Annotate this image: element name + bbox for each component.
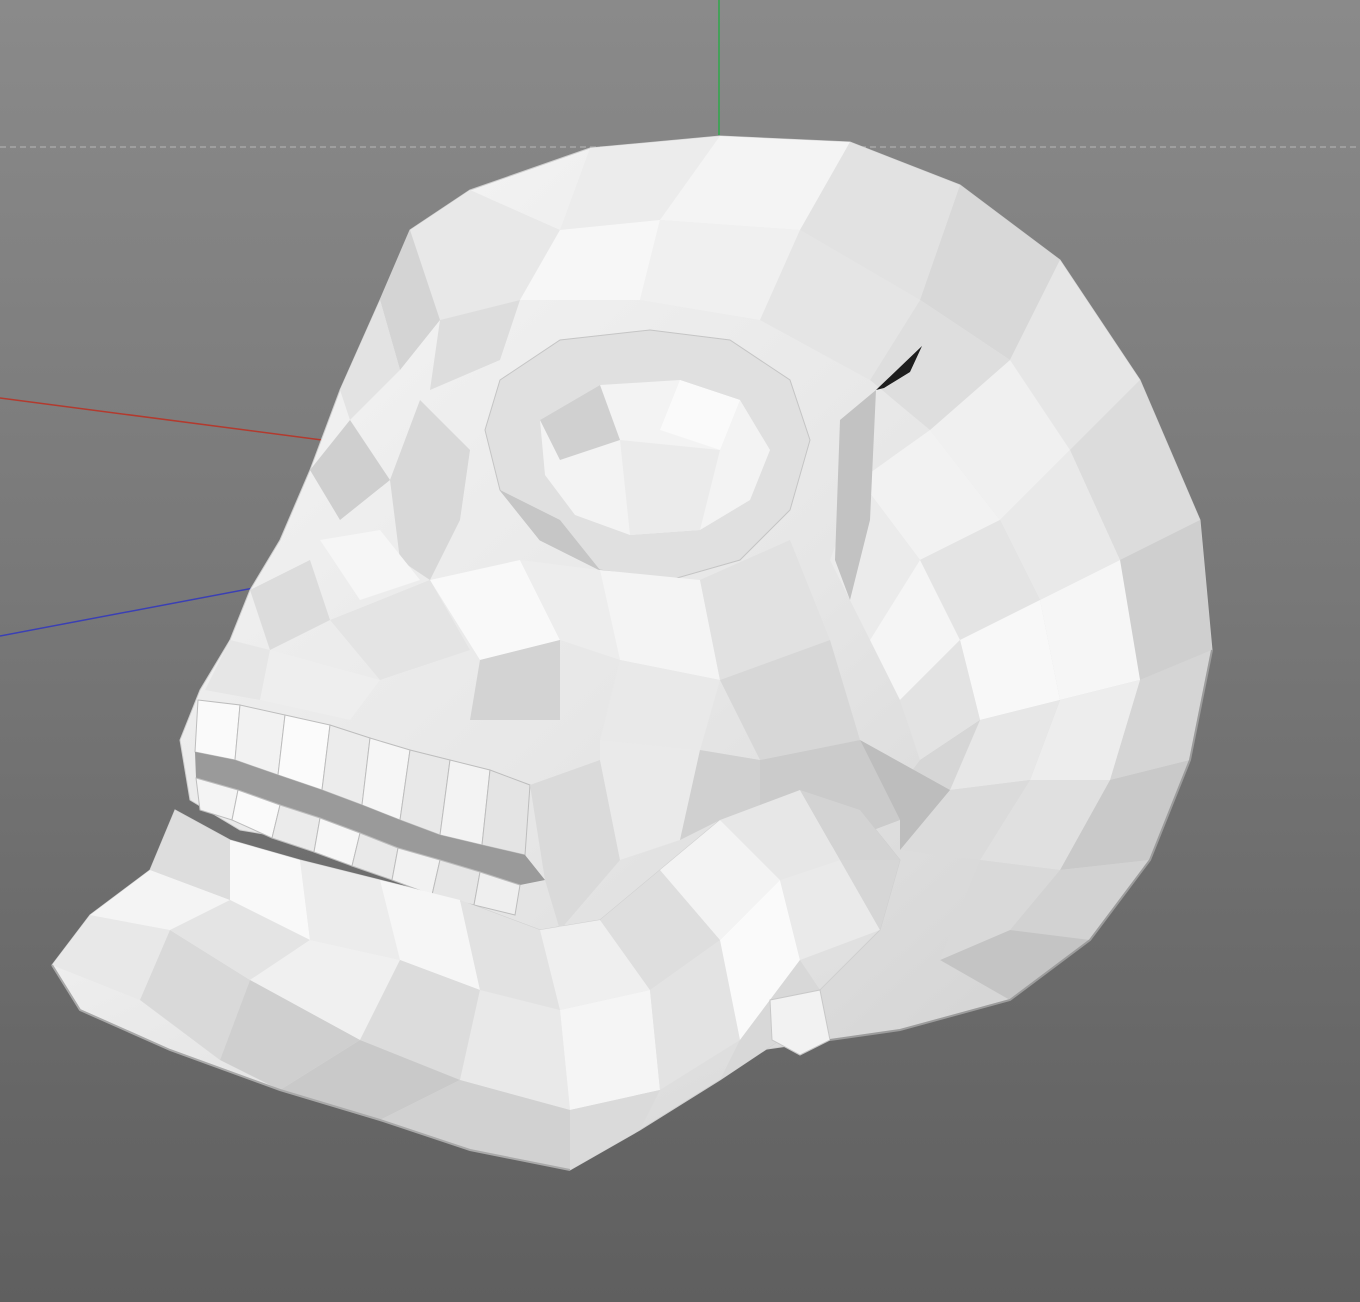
- 3d-viewport[interactable]: [0, 0, 1360, 1302]
- facet: [560, 990, 660, 1110]
- x-axis-line: [0, 397, 323, 441]
- skull-model[interactable]: [51, 135, 1213, 1171]
- viewport-canvas[interactable]: [0, 0, 1360, 1302]
